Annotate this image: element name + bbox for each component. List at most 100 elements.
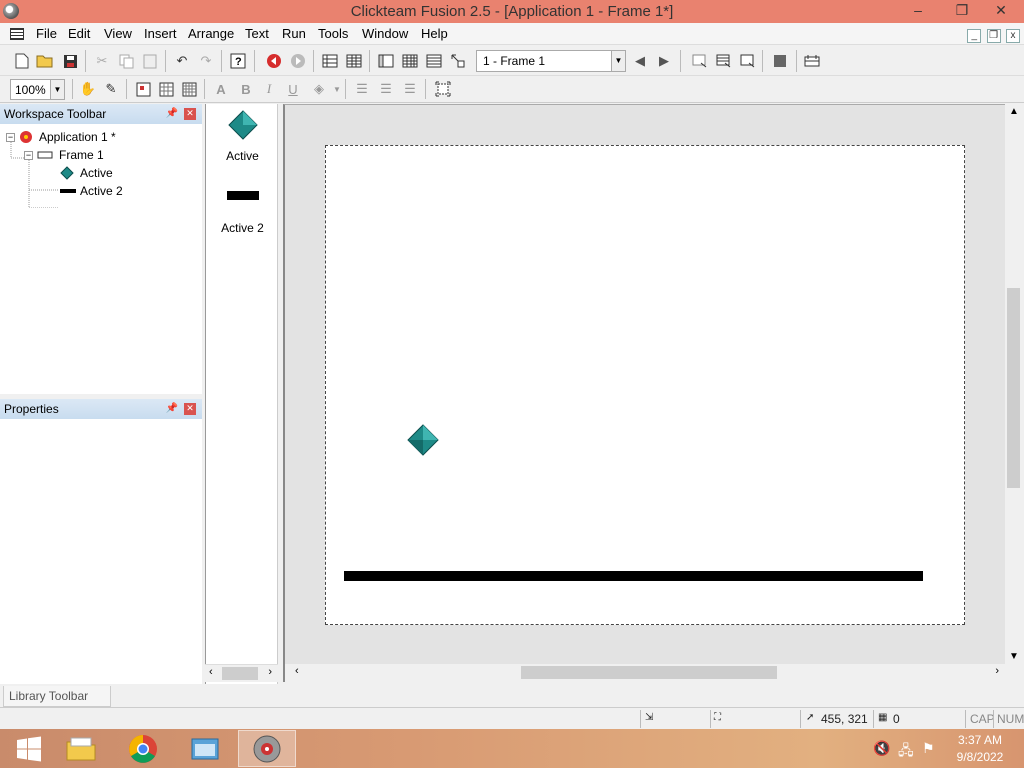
open-folder-icon[interactable] — [35, 51, 55, 71]
save-icon[interactable] — [60, 51, 80, 71]
cut-icon[interactable]: ✂ — [92, 51, 112, 71]
menu-run[interactable]: Run — [282, 26, 306, 41]
event-list-icon[interactable] — [400, 51, 420, 71]
active-2-object-bar[interactable] — [344, 571, 923, 581]
start-button[interactable] — [0, 730, 58, 767]
underline-button[interactable]: U — [283, 79, 303, 99]
frame-canvas[interactable] — [325, 145, 965, 625]
pin-icon[interactable]: 📌 — [166, 403, 178, 414]
bold-button[interactable]: B — [236, 79, 256, 99]
mdi-close-button[interactable]: x — [1006, 29, 1020, 43]
copy-icon[interactable] — [116, 51, 136, 71]
clock-date[interactable]: 9/8/2022 — [950, 750, 1010, 764]
scrollbar-thumb[interactable] — [222, 667, 258, 680]
font-icon[interactable]: A — [211, 79, 231, 99]
menu-insert[interactable]: Insert — [144, 26, 177, 41]
scroll-right-icon[interactable]: › — [995, 665, 999, 677]
frame-editor-icon[interactable] — [376, 51, 396, 71]
clickteam-fusion-button[interactable] — [238, 730, 296, 767]
object-properties-icon[interactable] — [448, 51, 468, 71]
mdi-restore-button[interactable]: ❐ — [986, 29, 1001, 43]
status-separator — [640, 710, 641, 728]
chevron-down-icon[interactable]: ▼ — [327, 79, 347, 99]
chrome-icon — [129, 734, 157, 763]
chevron-down-icon[interactable]: ▼ — [611, 51, 625, 71]
hand-icon[interactable]: ✋ — [78, 79, 98, 99]
system-menu-icon[interactable] — [10, 28, 24, 40]
vertical-scrollbar[interactable]: ▲ ▼ — [1005, 104, 1022, 664]
forward-gray-icon[interactable] — [288, 51, 308, 71]
scrollbar-thumb[interactable] — [1007, 288, 1020, 488]
shelf-scrollbar[interactable]: ‹ › — [205, 664, 278, 682]
app-button-window[interactable] — [176, 730, 234, 767]
align-left-icon[interactable]: ☰ — [352, 79, 372, 99]
frame-select[interactable]: 1 - Frame 1 ▼ — [476, 50, 626, 72]
clock-time[interactable]: 3:37 AM — [950, 733, 1010, 747]
chrome-button[interactable] — [114, 730, 172, 767]
scroll-up-icon[interactable]: ▲ — [1009, 106, 1019, 117]
pin-icon[interactable]: 📌 — [166, 108, 178, 119]
fit-icon: ⛶ — [714, 712, 721, 723]
shelf-item-active-2[interactable]: Active 2 — [206, 188, 279, 235]
menu-text[interactable]: Text — [245, 26, 269, 41]
menu-tools[interactable]: Tools — [318, 26, 348, 41]
fill-color-icon[interactable]: ◈ — [309, 79, 329, 99]
redo-icon[interactable]: ↷ — [196, 51, 216, 71]
chevron-down-icon[interactable]: ▼ — [50, 80, 64, 99]
italic-button[interactable]: I — [259, 79, 279, 99]
file-explorer-button[interactable] — [52, 730, 110, 767]
close-icon[interactable]: ✕ — [184, 403, 196, 415]
menu-help[interactable]: Help — [421, 26, 448, 41]
data-elements-icon[interactable] — [424, 51, 444, 71]
menu-edit[interactable]: Edit — [68, 26, 90, 41]
close-icon[interactable]: ✕ — [184, 108, 196, 120]
grid-setup-icon[interactable] — [133, 79, 153, 99]
undo-icon[interactable]: ↶ — [172, 51, 192, 71]
scroll-left-icon[interactable]: ‹ — [209, 666, 213, 678]
align-center-icon[interactable]: ☰ — [376, 79, 396, 99]
menu-view[interactable]: View — [104, 26, 132, 41]
menu-arrange[interactable]: Arrange — [188, 26, 234, 41]
show-grid-icon[interactable] — [156, 79, 176, 99]
network-icon[interactable]: 🖧 — [898, 740, 914, 764]
object-shelf: Active Active 2 — [205, 104, 278, 684]
align-right-icon[interactable]: ☰ — [400, 79, 420, 99]
scroll-down-icon[interactable]: ▼ — [1009, 651, 1019, 662]
shelf-item-active[interactable]: Active — [206, 110, 279, 163]
snap-grid-icon[interactable] — [179, 79, 199, 99]
run-frame-icon[interactable] — [690, 51, 710, 71]
menu-file[interactable]: File — [36, 26, 57, 41]
library-toolbar-tab[interactable]: Library Toolbar — [3, 686, 111, 707]
scroll-right-icon[interactable]: › — [268, 666, 272, 678]
fit-frame-icon[interactable] — [433, 79, 453, 99]
build-icon[interactable] — [802, 51, 822, 71]
minimize-button[interactable]: – — [903, 0, 933, 21]
stop-icon[interactable] — [770, 51, 790, 71]
help-icon[interactable]: ? — [228, 51, 248, 71]
mdi-minimize-button[interactable]: _ — [967, 29, 982, 43]
run-application-icon[interactable] — [714, 51, 734, 71]
next-frame-icon[interactable]: ▶ — [654, 51, 674, 71]
action-center-icon[interactable]: ⚑ — [922, 740, 935, 757]
toolbar-separator — [425, 79, 426, 99]
scroll-left-icon[interactable]: ‹ — [295, 665, 299, 677]
active-object-diamond[interactable] — [407, 424, 439, 456]
back-red-icon[interactable] — [264, 51, 284, 71]
run-project-icon[interactable] — [738, 51, 758, 71]
scrollbar-thumb[interactable] — [521, 666, 777, 679]
new-file-icon[interactable] — [12, 51, 32, 71]
volume-muted-icon[interactable]: 🔇 — [873, 740, 890, 757]
zoom-tool-icon[interactable]: ✎ — [101, 79, 121, 99]
event-editor-icon[interactable] — [344, 51, 364, 71]
folder-icon — [66, 737, 96, 760]
close-button[interactable]: ✕ — [986, 0, 1016, 21]
storyboard-editor-icon[interactable] — [320, 51, 340, 71]
menu-window[interactable]: Window — [362, 26, 408, 41]
zoom-select[interactable]: 100% ▼ — [10, 79, 65, 100]
title-bar: Clickteam Fusion 2.5 - [Application 1 - … — [0, 0, 1024, 23]
paste-icon[interactable] — [140, 51, 160, 71]
maximize-button[interactable]: ❐ — [947, 0, 977, 21]
horizontal-scrollbar[interactable]: ‹ › — [283, 664, 1005, 682]
frame-editor[interactable] — [283, 104, 1005, 664]
previous-frame-icon[interactable]: ◀ — [630, 51, 650, 71]
